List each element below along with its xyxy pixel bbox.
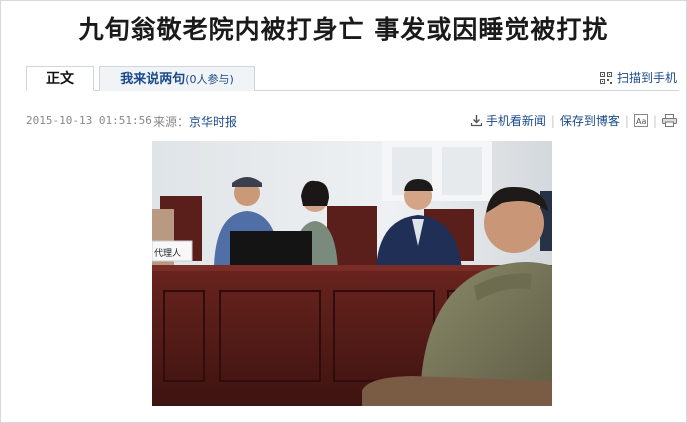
article-headline: 九旬翁敬老院内被打身亡 事发或因睡觉被打扰 [78, 15, 609, 44]
qr-code-icon [599, 71, 612, 84]
tab-article-body[interactable]: 正文 [26, 66, 94, 91]
tab-article-body-label: 正文 [46, 71, 74, 87]
article-toolbar: 手机看新闻 | 保存到博客 | Aa | [470, 112, 677, 129]
source-link[interactable]: 京华时报 [189, 115, 237, 129]
toolbar-separator: | [652, 113, 657, 128]
publish-date: 2015-10-13 01:51:56 [26, 114, 152, 127]
mobile-news-link[interactable]: 手机看新闻 [486, 112, 546, 129]
desk-sign-text: 代理人 [154, 248, 181, 259]
font-size-icon[interactable]: Aa [633, 114, 648, 127]
comment-count: (0人参与) [185, 73, 234, 86]
tab-comments-label: 我来说两句 [120, 72, 186, 87]
courtroom-photo: 代理人 [152, 141, 552, 406]
scan-to-phone-link[interactable]: 扫描到手机 [599, 69, 677, 86]
save-to-blog-link[interactable]: 保存到博客 [560, 112, 620, 129]
toolbar-separator: | [624, 113, 629, 128]
svg-text:Aa: Aa [636, 117, 646, 126]
tab-comments[interactable]: 我来说两句(0人参与) [99, 66, 255, 91]
article-source: 来源：京华时报 [153, 113, 237, 130]
article-photo: 代理人 [152, 141, 552, 406]
toolbar-separator: | [550, 113, 555, 128]
scan-to-phone-label: 扫描到手机 [616, 71, 677, 85]
source-label: 来源： [153, 115, 190, 129]
print-icon[interactable] [662, 114, 677, 127]
download-icon [470, 115, 482, 127]
